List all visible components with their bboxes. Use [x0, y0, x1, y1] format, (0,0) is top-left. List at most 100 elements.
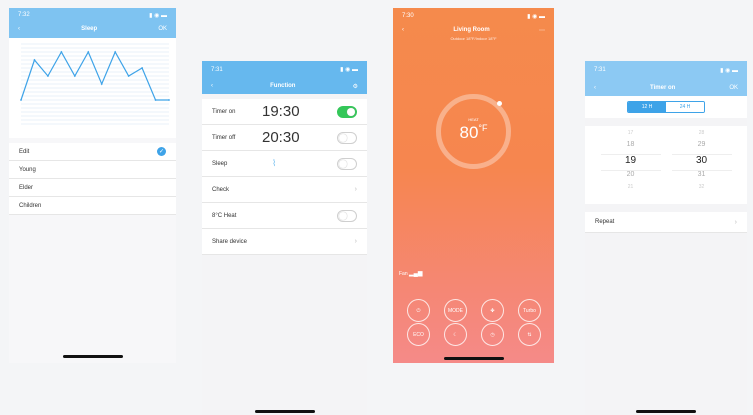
timer-icon: ◷ — [490, 331, 495, 338]
home-indicator — [254, 410, 315, 413]
eco-button[interactable]: ECO — [407, 323, 430, 346]
nav-bar: ‹ Living Room ⋯ — [393, 24, 554, 36]
segment-12h[interactable]: 12 H — [628, 102, 666, 112]
temperature-value: 80 — [459, 123, 479, 142]
sleep-icon: ☾ — [453, 331, 458, 338]
curve-point[interactable] — [141, 67, 143, 69]
function-list: Timer on 19:30 Timer off 20:30 Sleep ⌇ C… — [202, 99, 367, 255]
time-picker[interactable]: 17 18 19 20 21 28 29 30 31 32 — [585, 126, 747, 204]
back-icon[interactable]: ‹ — [18, 26, 20, 32]
home-indicator — [636, 410, 696, 413]
check-icon: ✓ — [157, 147, 166, 156]
power-button[interactable]: ⏻ — [407, 299, 430, 322]
turbo-button[interactable]: Turbo — [518, 299, 541, 322]
screen-title: Living Room — [453, 27, 490, 33]
back-icon[interactable]: ‹ — [211, 83, 213, 89]
ok-button[interactable]: OK — [729, 85, 738, 91]
back-icon[interactable]: ‹ — [594, 85, 596, 91]
sleep-option-young[interactable]: Young — [9, 161, 176, 179]
hour-option: 20 — [626, 171, 635, 178]
heat-toggle[interactable] — [337, 209, 357, 222]
share-label: Share device — [212, 238, 248, 245]
eco-label: ECO — [413, 331, 424, 338]
sleep-option-elder[interactable]: Elder — [9, 179, 176, 197]
heat-row[interactable]: 8°C Heat — [202, 203, 367, 229]
hour-option: 18 — [626, 141, 635, 148]
timer-on-toggle[interactable] — [337, 105, 357, 118]
back-icon[interactable]: ‹ — [402, 27, 404, 33]
curve-point[interactable] — [33, 59, 36, 61]
repeat-row[interactable]: Repeat › — [585, 212, 747, 233]
fan-bars-icon: ▂▄▆ — [409, 271, 423, 277]
curve-point[interactable] — [87, 51, 90, 53]
fan-button[interactable]: ✤ — [481, 299, 504, 322]
screen-title: Function — [270, 83, 296, 89]
sleep-curve-icon: ⌇ — [272, 158, 277, 168]
ok-button[interactable]: OK — [158, 26, 167, 32]
curve-point[interactable] — [168, 99, 170, 101]
sleep-option-children[interactable]: Children — [9, 197, 176, 215]
curve-point[interactable] — [100, 83, 103, 85]
fan-speed-indicator: Fan ▂▄▆ — [399, 270, 423, 277]
hour-wheel[interactable]: 17 18 19 20 21 — [600, 130, 661, 204]
timer-on-row[interactable]: Timer on 19:30 — [202, 99, 367, 125]
sleep-row[interactable]: Sleep ⌇ — [202, 151, 367, 177]
sleep-option-edit[interactable]: Edit ✓ — [9, 143, 176, 161]
mode-label: HEAT — [468, 117, 479, 122]
timer-on-value: 19:30 — [262, 103, 300, 120]
timer-off-value: 20:30 — [262, 129, 300, 146]
status-time: 7:31 — [211, 66, 223, 73]
hour-selected: 19 — [600, 154, 661, 171]
swing-button[interactable]: ⇅ — [518, 323, 541, 346]
temperature-unit: °F — [478, 123, 488, 133]
timer-button[interactable]: ◷ — [481, 323, 504, 346]
option-label: Elder — [19, 184, 34, 191]
status-icons: ▮ ◉ ▬ — [527, 13, 545, 20]
nav-bar: ‹ Sleep OK — [9, 22, 176, 36]
status-bar: 7:31 ▮ ◉ ▬ — [202, 61, 367, 78]
timer-off-row[interactable]: Timer off 20:30 — [202, 125, 367, 151]
check-row[interactable]: Check › — [202, 177, 367, 203]
curve-point[interactable] — [73, 75, 76, 77]
dial-knob-icon[interactable] — [497, 101, 502, 106]
sleep-label: Sleep — [212, 160, 228, 167]
timer-on-label: Timer on — [212, 108, 236, 115]
minute-option: 32 — [698, 184, 705, 190]
sleep-button[interactable]: ☾ — [444, 323, 467, 346]
nav-bar: ‹ Function ⚙ — [202, 78, 367, 94]
option-label: Children — [19, 202, 42, 209]
status-icons: ▮ ◉ ▬ — [149, 12, 167, 19]
chevron-right-icon: › — [734, 218, 737, 226]
control-row-1: ⏻ MODE ✤ Turbo — [407, 299, 541, 322]
outdoor-indoor-temp: Outdoor 18°F/Indoor 18°F — [450, 36, 497, 41]
timer-off-toggle[interactable] — [337, 131, 357, 144]
status-bar: 7:30 ▮ ◉ ▬ — [393, 8, 554, 24]
home-indicator — [443, 357, 504, 360]
temperature-dial[interactable]: HEAT 80°F — [436, 94, 511, 169]
segment-24h[interactable]: 24 H — [666, 102, 704, 112]
share-device-row[interactable]: Share device › — [202, 229, 367, 255]
curve-point[interactable] — [47, 75, 49, 77]
mode-button[interactable]: MODE — [444, 299, 467, 322]
curve-point[interactable] — [60, 51, 63, 53]
status-time: 7:32 — [18, 12, 30, 18]
option-label: Edit — [19, 148, 30, 155]
minute-option: 31 — [697, 171, 706, 178]
curve-point[interactable] — [154, 99, 157, 101]
curve-point[interactable] — [20, 99, 22, 101]
sleep-header: 7:32 ▮ ◉ ▬ ‹ Sleep OK — [9, 8, 176, 38]
more-icon[interactable]: ⋯ — [539, 27, 545, 34]
minute-wheel[interactable]: 28 29 30 31 32 — [671, 130, 732, 204]
minute-option: 29 — [697, 141, 706, 148]
curve-point[interactable] — [127, 75, 130, 77]
settings-gear-icon[interactable]: ⚙ — [353, 83, 358, 90]
repeat-label: Repeat — [595, 219, 615, 225]
fan-label: Fan — [399, 271, 408, 277]
chevron-right-icon: › — [354, 186, 357, 193]
sleep-toggle[interactable] — [337, 157, 357, 170]
curve-point[interactable] — [114, 51, 117, 53]
screen-title: Timer on — [650, 84, 676, 91]
hour-format-segment: 12 H 24 H — [627, 101, 705, 113]
sleep-curve-chart[interactable] — [9, 38, 176, 138]
turbo-label: Turbo — [523, 307, 536, 314]
